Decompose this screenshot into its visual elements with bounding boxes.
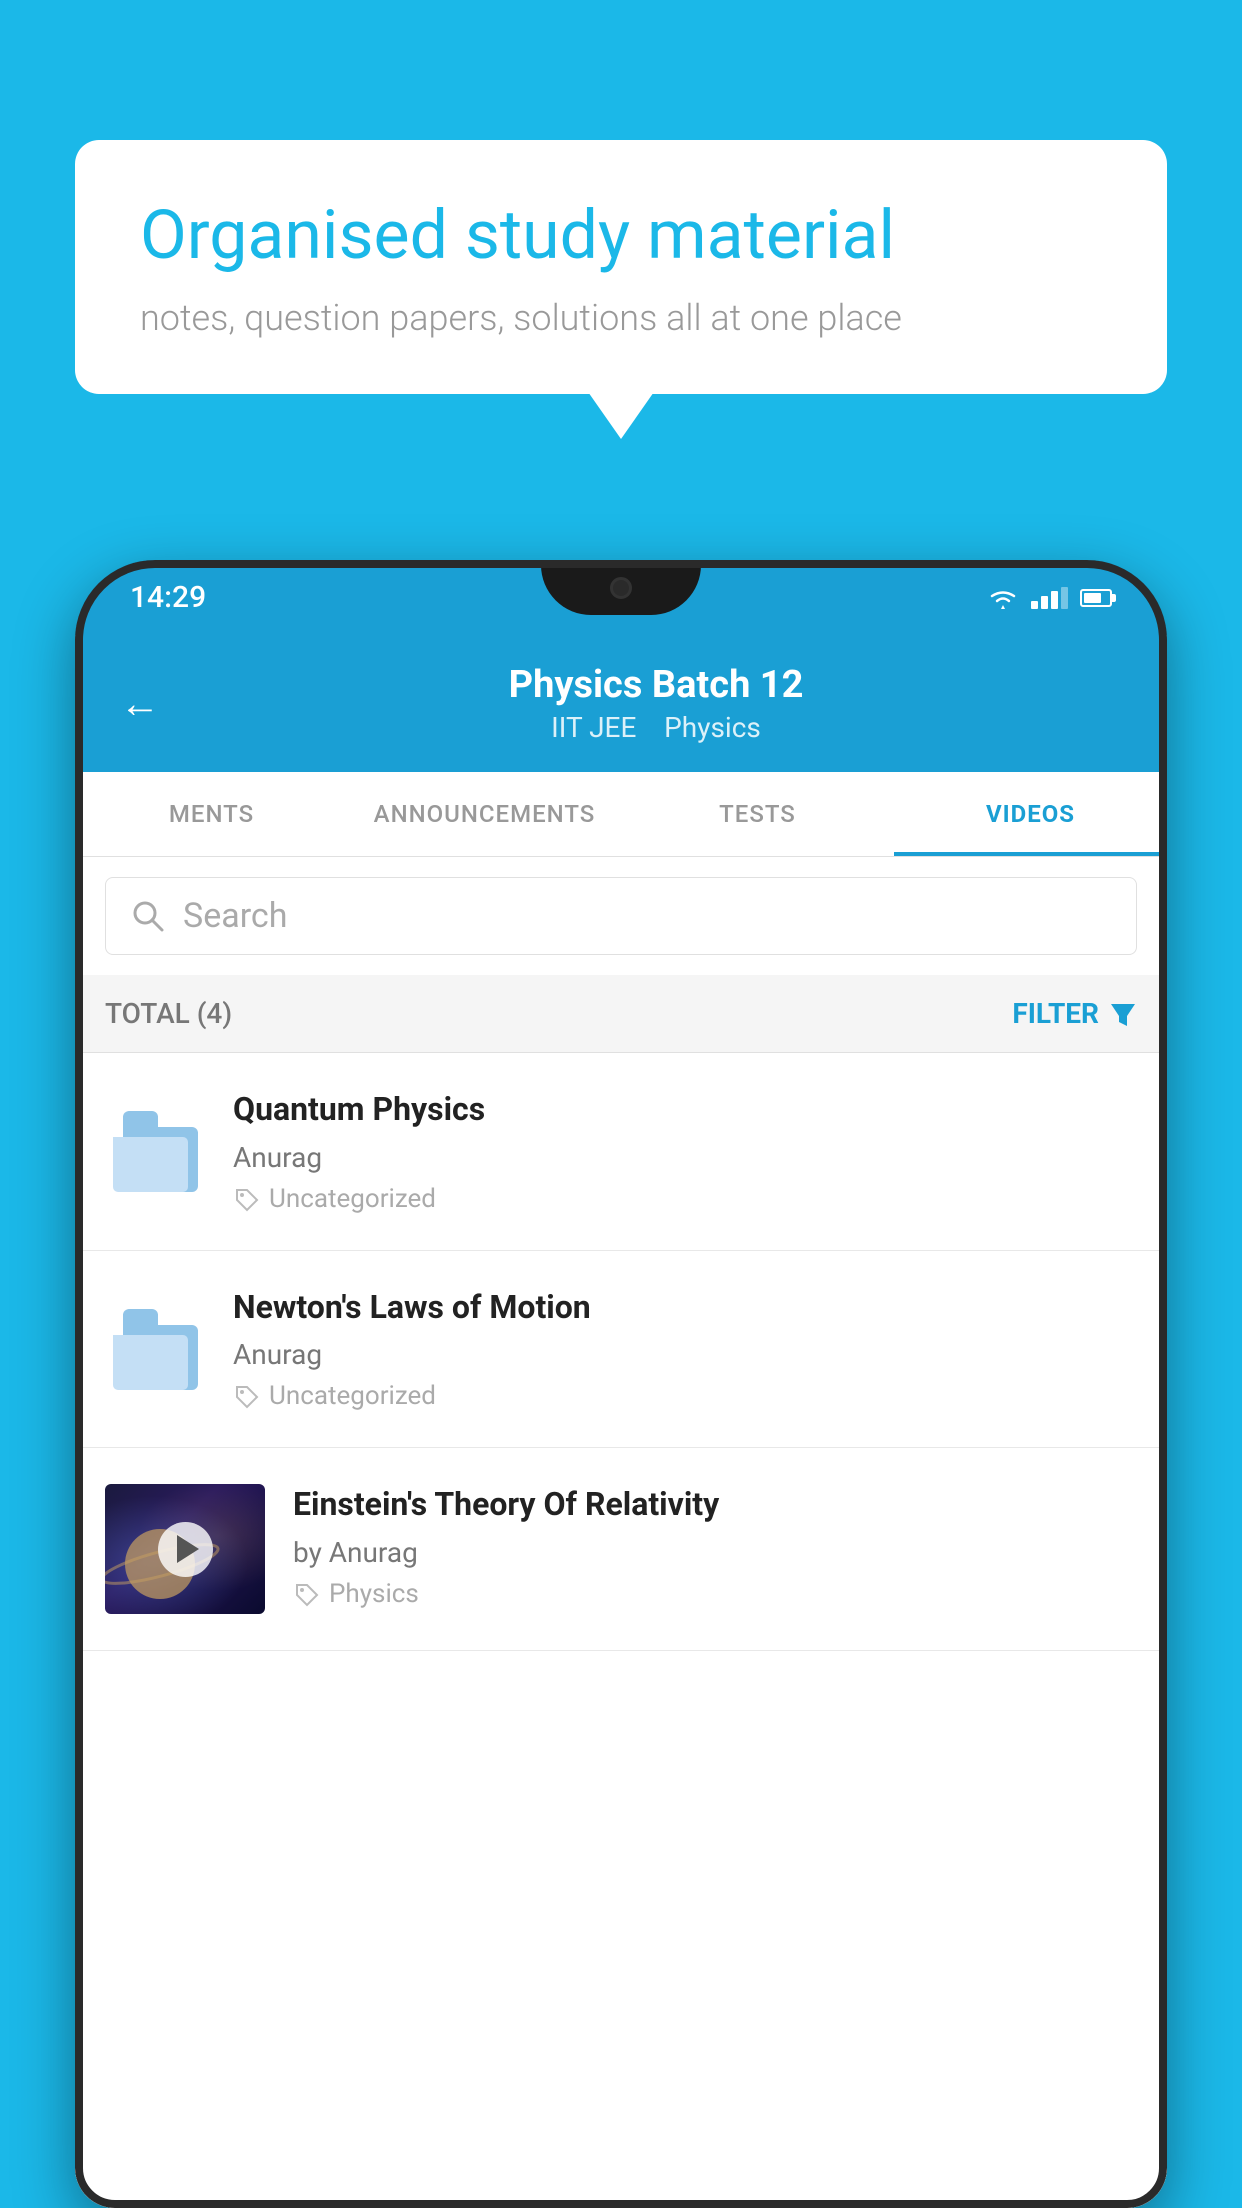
speech-bubble-subtext: notes, question papers, solutions all at… xyxy=(140,297,1102,339)
notch xyxy=(541,560,701,615)
tabs-bar: MENTS ANNOUNCEMENTS TESTS VIDEOS xyxy=(75,772,1167,857)
filter-bar: TOTAL (4) FILTER xyxy=(75,975,1167,1053)
thumbnail-bg-3 xyxy=(105,1484,265,1614)
video-info-3: Einstein's Theory Of Relativity by Anura… xyxy=(293,1484,1137,1609)
folder-icon-container-1 xyxy=(105,1097,205,1197)
camera-dot xyxy=(610,577,632,599)
header-subtitle-part2: Physics xyxy=(664,711,761,744)
tag-icon-1 xyxy=(233,1186,259,1212)
tag-icon-2 xyxy=(233,1383,259,1409)
search-placeholder: Search xyxy=(183,896,287,936)
video-author-1: Anurag xyxy=(233,1141,1137,1174)
tag-icon-3 xyxy=(293,1581,319,1607)
tab-ments[interactable]: MENTS xyxy=(75,772,348,856)
speech-bubble-headline: Organised study material xyxy=(140,195,1102,277)
video-info-2: Newton's Laws of Motion Anurag Uncategor… xyxy=(233,1287,1137,1412)
video-thumbnail-3 xyxy=(105,1484,265,1614)
tab-videos[interactable]: VIDEOS xyxy=(894,772,1167,856)
status-icons xyxy=(987,587,1112,609)
tag-text-2: Uncategorized xyxy=(269,1381,436,1411)
list-item[interactable]: Newton's Laws of Motion Anurag Uncategor… xyxy=(75,1251,1167,1449)
folder-front-2 xyxy=(113,1335,188,1390)
search-container: Search xyxy=(75,857,1167,975)
phone-screen: ← Physics Batch 12 IIT JEE Physics MENTS… xyxy=(75,635,1167,2208)
video-tag-3: Physics xyxy=(293,1579,1137,1609)
battery-icon xyxy=(1080,589,1112,607)
video-list: Quantum Physics Anurag Uncategorized xyxy=(75,1053,1167,2208)
header-subtitle: IIT JEE Physics xyxy=(190,711,1122,744)
tab-announcements[interactable]: ANNOUNCEMENTS xyxy=(348,772,621,856)
video-tag-1: Uncategorized xyxy=(233,1184,1137,1214)
signal-icon xyxy=(1031,587,1068,609)
video-title-1: Quantum Physics xyxy=(233,1089,1137,1131)
signal-bar-2 xyxy=(1041,596,1048,609)
folder-stack-1 xyxy=(113,1102,198,1192)
folder-icon-container-2 xyxy=(105,1295,205,1395)
play-button-3[interactable] xyxy=(158,1522,213,1577)
video-info-1: Quantum Physics Anurag Uncategorized xyxy=(233,1089,1137,1214)
filter-button[interactable]: FILTER xyxy=(1012,997,1137,1030)
app-header: ← Physics Batch 12 IIT JEE Physics xyxy=(75,635,1167,772)
list-item[interactable]: Quantum Physics Anurag Uncategorized xyxy=(75,1053,1167,1251)
search-bar[interactable]: Search xyxy=(105,877,1137,955)
signal-bar-1 xyxy=(1031,601,1038,609)
list-item[interactable]: Einstein's Theory Of Relativity by Anura… xyxy=(75,1448,1167,1651)
video-tag-2: Uncategorized xyxy=(233,1381,1137,1411)
header-title-group: Physics Batch 12 IIT JEE Physics xyxy=(190,663,1122,744)
total-count: TOTAL (4) xyxy=(105,997,232,1030)
battery-fill xyxy=(1084,593,1101,603)
speech-bubble: Organised study material notes, question… xyxy=(75,140,1167,394)
tab-tests[interactable]: TESTS xyxy=(621,772,894,856)
signal-bar-3 xyxy=(1051,591,1058,609)
phone-frame: 14:29 ← xyxy=(75,560,1167,2208)
wifi-icon xyxy=(987,587,1019,609)
video-title-3: Einstein's Theory Of Relativity xyxy=(293,1484,1137,1526)
tag-text-3: Physics xyxy=(329,1579,419,1609)
signal-bar-4 xyxy=(1061,587,1068,609)
filter-label: FILTER xyxy=(1012,997,1099,1030)
header-title: Physics Batch 12 xyxy=(190,663,1122,707)
header-subtitle-part1: IIT JEE xyxy=(551,711,636,744)
play-triangle-3 xyxy=(177,1535,199,1563)
folder-front-1 xyxy=(113,1137,188,1192)
video-title-2: Newton's Laws of Motion xyxy=(233,1287,1137,1329)
video-author-2: Anurag xyxy=(233,1338,1137,1371)
tag-text-1: Uncategorized xyxy=(269,1184,436,1214)
speech-bubble-container: Organised study material notes, question… xyxy=(75,140,1167,394)
video-author-3: by Anurag xyxy=(293,1536,1137,1569)
status-bar: 14:29 xyxy=(75,560,1167,635)
filter-icon xyxy=(1109,1000,1137,1028)
status-time: 14:29 xyxy=(130,580,206,615)
back-button[interactable]: ← xyxy=(120,680,160,727)
folder-stack-2 xyxy=(113,1300,198,1390)
search-icon xyxy=(131,899,165,933)
